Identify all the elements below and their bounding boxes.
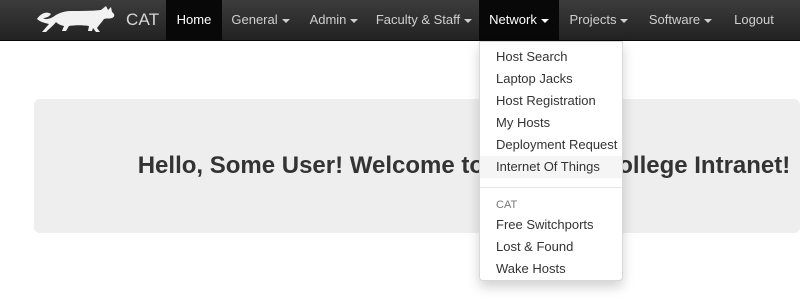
chevron-down-icon [704,18,713,23]
nav-software-dropdown[interactable]: Software [639,0,722,40]
nav-projects-dropdown[interactable]: Projects [559,0,639,40]
network-dropdown-menu: Host Search Laptop Jacks Host Registrati… [479,41,623,281]
cat-silhouette-icon [35,5,123,35]
menu-item-internet-of-things[interactable]: Internet Of Things [480,156,622,178]
menu-item-host-search[interactable]: Host Search [480,46,622,68]
menu-section-header: CAT [496,199,518,211]
nav-general-dropdown[interactable]: General [222,0,299,40]
nav-logout-label: Logout [734,12,774,27]
nav-network-dropdown[interactable]: Network [479,0,559,40]
nav-software-label: Software [648,12,701,27]
top-navbar: CAT Home General Admin Faculty & Staff N… [0,0,800,41]
nav-faculty-staff-label: Faculty & Staff [375,12,461,27]
menu-item-lost-found[interactable]: Lost & Found [480,236,622,258]
welcome-heading: Hello, Some User! Welcome to the CAT / C… [137,152,791,179]
nav-home-label: Home [176,12,212,27]
chevron-down-icon [281,18,290,23]
nav-faculty-staff-dropdown[interactable]: Faculty & Staff [369,0,479,40]
menu-item-wake-hosts[interactable]: Wake Hosts [480,258,622,280]
nav-logout[interactable]: Logout [722,0,786,40]
menu-item-laptop-jacks[interactable]: Laptop Jacks [480,68,622,90]
nav-projects-label: Projects [569,12,617,27]
menu-divider [480,187,622,188]
chevron-down-icon [540,18,549,23]
nav-network-label: Network [489,12,537,27]
chevron-down-icon [464,18,473,23]
nav-home[interactable]: Home [166,0,222,40]
nav-general-label: General [231,12,278,27]
nav-admin-dropdown[interactable]: Admin [299,0,369,40]
welcome-jumbotron: Hello, Some User! Welcome to the CAT / C… [34,99,800,233]
brand-name: CAT [126,10,160,29]
nav-admin-label: Admin [309,12,347,27]
menu-item-free-switchports[interactable]: Free Switchports [480,214,622,236]
chevron-down-icon [620,18,629,23]
menu-item-deployment-request[interactable]: Deployment Request [480,134,622,156]
brand-link[interactable]: CAT [35,0,159,40]
chevron-down-icon [350,18,359,23]
menu-item-host-registration[interactable]: Host Registration [480,90,622,112]
menu-item-my-hosts[interactable]: My Hosts [480,112,622,134]
